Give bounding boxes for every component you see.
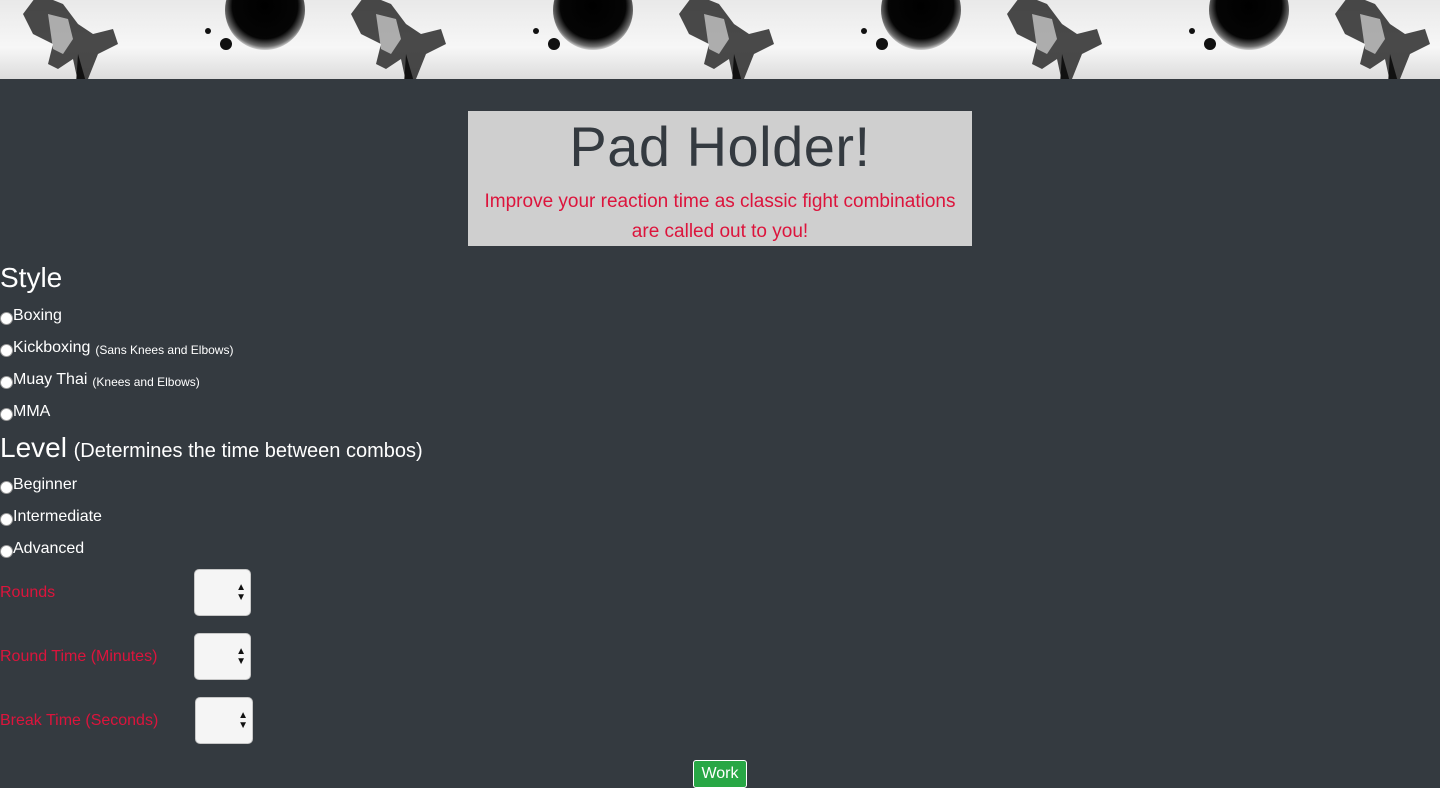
style-option-mma[interactable]: MMA: [0, 401, 50, 423]
ink-blot: [225, 0, 305, 50]
fighter-illustration: [1335, 0, 1430, 79]
ink-splatter: [1204, 38, 1216, 50]
level-option-advanced[interactable]: Advanced: [0, 538, 84, 560]
ink-splatter: [1189, 28, 1195, 34]
style-option-boxing[interactable]: Boxing: [0, 305, 62, 327]
style-option-label: MMA: [13, 403, 51, 420]
ink-splatter: [876, 38, 888, 50]
style-option-note: (Knees and Elbows): [92, 374, 200, 389]
fighter-illustration: [351, 0, 446, 79]
level-radio[interactable]: [0, 544, 13, 558]
style-radio[interactable]: [0, 311, 13, 325]
style-heading: Style: [0, 262, 62, 294]
header-banner: [0, 0, 1440, 79]
style-option-label: Kickboxing: [13, 339, 91, 356]
style-radio[interactable]: [0, 375, 13, 389]
level-heading-text: Level: [0, 432, 67, 463]
level-radio[interactable]: [0, 480, 13, 494]
level-option-label: Beginner: [13, 476, 78, 493]
stepper-arrows-icon[interactable]: ▲ ▼: [238, 711, 248, 731]
banner-image: [1312, 0, 1440, 79]
ink-splatter: [220, 38, 232, 50]
ink-blot: [881, 0, 961, 50]
break-time-stepper[interactable]: ▲ ▼: [195, 697, 253, 744]
round-time-label: Round Time (Minutes): [0, 648, 158, 665]
style-option-note: (Sans Knees and Elbows): [95, 342, 234, 357]
hero-subtitle-line1: Improve your reaction time as classic fi…: [484, 191, 956, 212]
ink-blot: [1209, 0, 1289, 50]
level-radio[interactable]: [0, 512, 13, 526]
level-option-beginner[interactable]: Beginner: [0, 474, 77, 496]
style-option-muay-thai[interactable]: Muay Thai (Knees and Elbows): [0, 369, 200, 391]
break-time-label: Break Time (Seconds): [0, 712, 159, 729]
ink-splatter: [861, 28, 867, 34]
fighter-illustration: [23, 0, 118, 79]
level-option-label: Advanced: [13, 540, 85, 557]
level-option-intermediate[interactable]: Intermediate: [0, 506, 102, 528]
style-heading-text: Style: [0, 262, 63, 293]
stepper-arrows-icon[interactable]: ▲ ▼: [236, 583, 246, 603]
ink-splatter: [533, 28, 539, 34]
style-radio[interactable]: [0, 407, 13, 421]
round-time-stepper[interactable]: ▲ ▼: [194, 633, 251, 680]
page-title: Pad Holder!: [569, 115, 871, 178]
rounds-label: Rounds: [0, 584, 56, 601]
level-option-label: Intermediate: [13, 508, 102, 525]
level-heading-note: (Determines the time between combos): [73, 440, 423, 462]
style-option-kickboxing[interactable]: Kickboxing (Sans Knees and Elbows): [0, 337, 233, 359]
ink-splatter: [548, 38, 560, 50]
style-radio[interactable]: [0, 343, 13, 357]
level-heading: Level (Determines the time between combo…: [0, 432, 423, 464]
ink-splatter: [205, 28, 211, 34]
hero-subtitle-line2: are called out to you!: [631, 221, 809, 242]
work-button[interactable]: Work: [693, 760, 747, 788]
style-option-label: Muay Thai: [13, 371, 88, 388]
stepper-arrows-icon[interactable]: ▲ ▼: [236, 647, 246, 667]
fighter-illustration: [679, 0, 774, 79]
style-option-label: Boxing: [13, 307, 62, 324]
hero-panel: Pad Holder! Improve your reaction time a…: [468, 111, 972, 246]
banner-image: [984, 0, 1312, 79]
banner-image: [656, 0, 984, 79]
hero-subtitle: Improve your reaction time as classic fi…: [478, 187, 962, 247]
banner-image: [328, 0, 656, 79]
banner-image: [0, 0, 328, 79]
ink-blot: [553, 0, 633, 50]
rounds-stepper[interactable]: ▲ ▼: [194, 569, 251, 616]
fighter-illustration: [1007, 0, 1102, 79]
